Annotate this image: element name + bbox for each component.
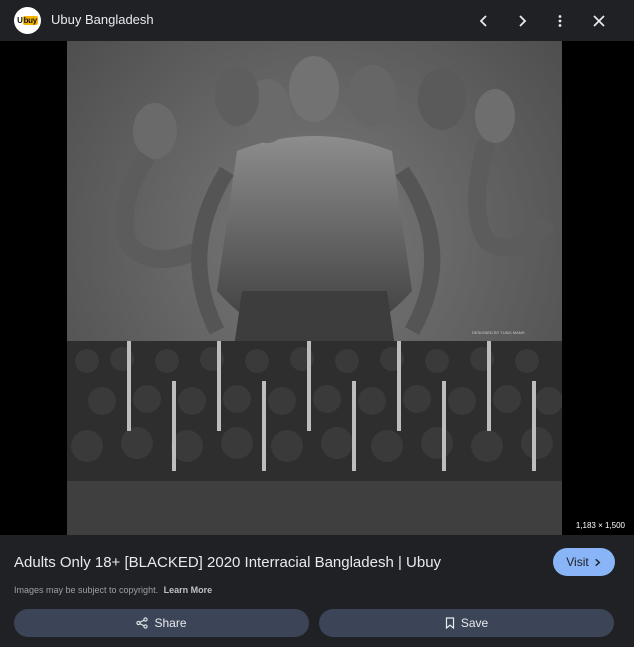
learn-more-link[interactable]: Learn More: [164, 585, 213, 595]
preview-image[interactable]: DESIGNED BY TUNG MANH: [67, 41, 562, 535]
logo-word: buy: [22, 16, 38, 25]
save-label: Save: [460, 616, 489, 630]
share-label: Share: [154, 616, 187, 630]
bookmark-icon: [445, 617, 454, 629]
logo-letter: U: [17, 16, 23, 25]
copyright-text: Images may be subject to copyright.: [14, 585, 159, 595]
site-name[interactable]: Ubuy Bangladesh: [51, 12, 154, 27]
close-button[interactable]: [586, 8, 612, 34]
chevron-right-icon: [594, 558, 601, 566]
share-button[interactable]: Share: [14, 609, 309, 637]
visit-label: Visit: [566, 555, 589, 569]
site-logo[interactable]: Ubuy: [14, 7, 41, 34]
image-watermark: DESIGNED BY TUNG MANH: [472, 330, 525, 335]
copyright-notice: Images may be subject to copyright. Lear…: [14, 585, 212, 595]
more-vert-icon: [558, 15, 562, 27]
share-icon: [136, 617, 149, 629]
next-button[interactable]: [509, 8, 535, 34]
close-icon: [593, 15, 605, 27]
visit-button[interactable]: Visit: [553, 548, 615, 576]
viewer-header: Ubuy Ubuy Bangladesh: [0, 0, 634, 41]
image-title[interactable]: Adults Only 18+ [BLACKED] 2020 Interraci…: [14, 554, 441, 571]
image-preview[interactable]: DESIGNED BY TUNG MANH 1,183 × 1,500: [0, 41, 634, 535]
image-dimensions: 1,183 × 1,500: [575, 521, 625, 530]
more-options-button[interactable]: [547, 8, 573, 34]
chevron-right-icon: [519, 15, 527, 27]
chevron-left-icon: [479, 15, 487, 27]
save-button[interactable]: Save: [319, 609, 614, 637]
previous-button[interactable]: [471, 8, 497, 34]
